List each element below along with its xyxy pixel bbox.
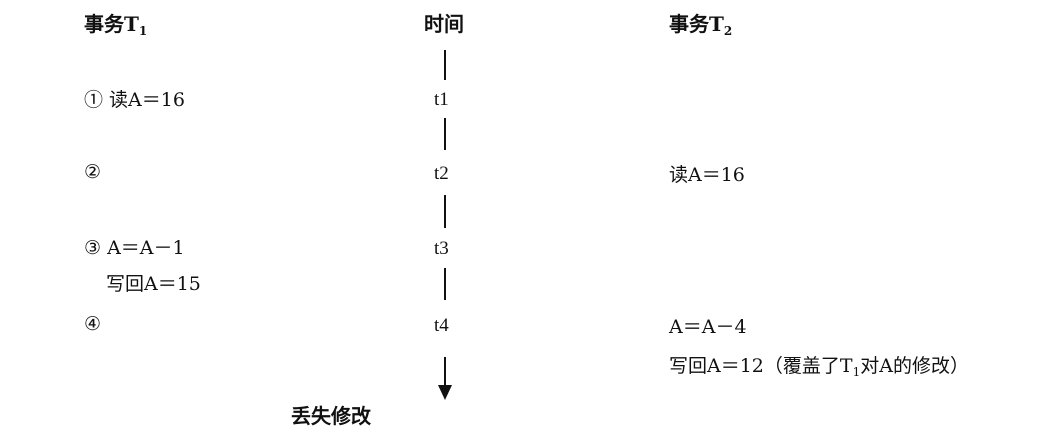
header-t1-text: 事务T [84, 12, 139, 36]
header-t2-text: 事务T [669, 12, 724, 36]
header-transaction-t1: 事务T1 [84, 12, 147, 39]
t1-step-3-writeback: 写回A＝15 [106, 273, 201, 295]
t2-writeback-suffix: 对A的修改） [860, 355, 969, 377]
t1-step-4: ④ [84, 313, 102, 335]
t2-writeback-subscript: 1 [852, 365, 861, 379]
timeline-segment-2 [444, 118, 446, 150]
timeline-segment-3 [444, 195, 446, 228]
t2-step-read: 读A＝16 [669, 164, 745, 186]
time-label-t4: t4 [434, 315, 449, 336]
time-label-t1: t1 [434, 89, 449, 110]
header-t2-subscript: 2 [723, 24, 733, 38]
timeline-segment-4 [444, 268, 446, 300]
t2-step-writeback: 写回A＝12（覆盖了T1对A的修改） [669, 354, 969, 380]
timeline-arrow-icon [435, 357, 455, 401]
header-time: 时间 [424, 12, 464, 36]
t1-step-1: ① 读A＝16 [84, 89, 185, 111]
time-label-t3: t3 [434, 238, 449, 259]
header-t1-subscript: 1 [138, 24, 148, 38]
time-label-t2: t2 [434, 163, 449, 184]
t1-step-3: ③ A＝A－1 [84, 237, 185, 259]
timeline-segment-1 [444, 50, 446, 80]
diagram-caption: 丢失修改 [291, 404, 371, 428]
t1-step-2: ② [84, 161, 102, 183]
t2-writeback-text: 写回A＝12（覆盖了T [669, 355, 853, 377]
header-transaction-t2: 事务T2 [669, 12, 732, 39]
t2-step-compute: A＝A－4 [669, 316, 747, 338]
